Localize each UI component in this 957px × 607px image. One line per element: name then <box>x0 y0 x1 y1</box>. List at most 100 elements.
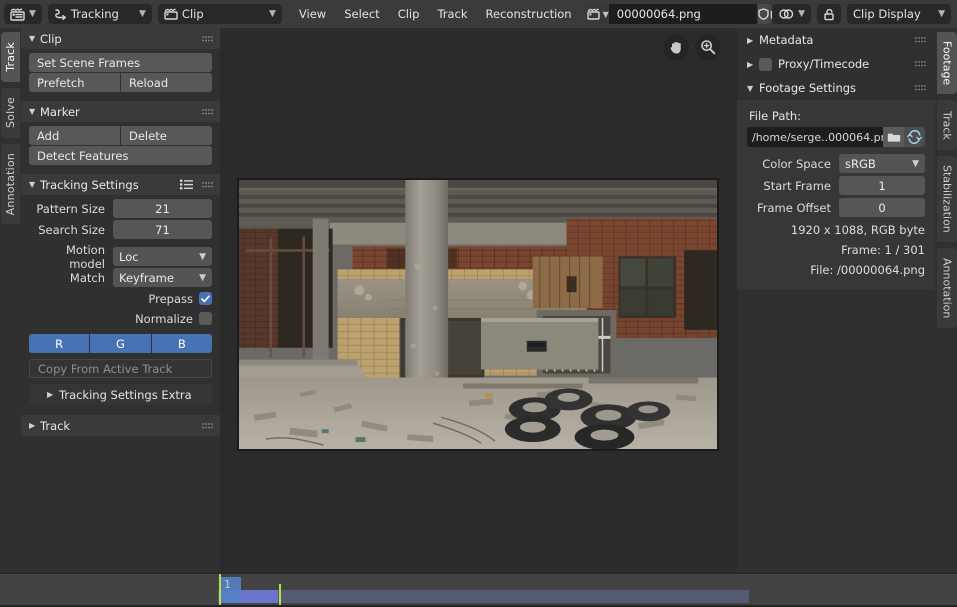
menu-reconstruction[interactable]: Reconstruction <box>477 4 581 24</box>
panel-header-metadata[interactable]: ▶ Metadata <box>737 28 935 52</box>
start-frame-input[interactable]: 1 <box>839 176 925 195</box>
hand-pan-icon <box>669 39 684 55</box>
channel-r-toggle[interactable]: R <box>29 334 89 353</box>
lock-to-selection-button[interactable] <box>817 4 841 24</box>
file-path-input[interactable]: /home/serge..000064.png <box>747 127 883 147</box>
panel-body-marker: Add Delete Detect Features <box>21 122 220 174</box>
normalize-label: Normalize <box>135 312 193 326</box>
normalize-checkbox[interactable] <box>199 312 212 325</box>
add-marker-button[interactable]: Add <box>29 126 120 145</box>
panel-header-marker[interactable]: ▼ Marker <box>21 101 220 122</box>
clip-icon <box>587 8 601 20</box>
proxy-timecode-checkbox[interactable] <box>759 58 772 71</box>
viewport-gizmos <box>663 34 721 60</box>
triangle-right-icon: ▶ <box>47 390 59 399</box>
panel-title-proxy-timecode: Proxy/Timecode <box>778 57 869 71</box>
properties-tab-track[interactable]: Track <box>937 100 957 150</box>
triangle-down-icon: ▼ <box>747 84 759 93</box>
triangle-down-icon: ▼ <box>29 34 40 43</box>
match-dropdown[interactable]: Keyframe ▼ <box>113 268 212 287</box>
panel-body-footage-settings: File Path: /home/serge..000064.png <box>737 100 935 289</box>
panel-header-clip[interactable]: ▼ Clip <box>21 28 220 49</box>
chevron-down-icon: ▼ <box>798 9 805 19</box>
keyframe-marker-indicator[interactable] <box>279 584 281 607</box>
chevron-down-icon: ▼ <box>603 10 609 19</box>
editor-type-selector[interactable]: ▼ <box>4 4 42 24</box>
clip-datablock-selector[interactable]: Clip ▼ <box>158 4 282 24</box>
preset-list-icon[interactable] <box>180 179 194 190</box>
reload-button[interactable]: Reload <box>121 73 212 92</box>
panel-header-tracking-settings[interactable]: ▼ Tracking Settings <box>21 174 220 195</box>
sidebar-tab-track[interactable]: Track <box>1 32 20 82</box>
sidebar-tab-solve[interactable]: Solve <box>1 88 20 138</box>
chevron-down-icon: ▼ <box>29 9 36 19</box>
clip-name-input[interactable]: 00000064.png <box>609 4 757 24</box>
clip-icon <box>164 8 178 20</box>
prepass-checkbox[interactable] <box>199 292 212 305</box>
properties-tab-annotation-label: Annotation <box>941 258 954 318</box>
panel-header-proxy-timecode[interactable]: ▶ Proxy/Timecode <box>737 52 935 76</box>
file-info: File: /00000064.png <box>747 263 925 277</box>
panel-header-footage-settings[interactable]: ▼ Footage Settings <box>737 76 935 100</box>
properties-tab-stabilization[interactable]: Stabilization <box>937 156 957 242</box>
fake-user-button[interactable] <box>757 4 769 24</box>
clip-id-icon-button[interactable]: ▼ <box>587 4 609 24</box>
pattern-size-input[interactable]: 21 <box>113 199 212 218</box>
channel-b-toggle[interactable]: B <box>152 334 212 353</box>
checkmark-icon <box>201 295 210 303</box>
color-space-dropdown[interactable]: sRGB ▼ <box>839 154 925 173</box>
panel-title-footage-settings: Footage Settings <box>759 81 856 95</box>
motion-model-dropdown[interactable]: Loc ▼ <box>113 247 212 266</box>
proxy-render-selector[interactable]: ▼ <box>772 4 811 24</box>
delete-marker-button[interactable]: Delete <box>121 126 212 145</box>
pan-gizmo-button[interactable] <box>663 34 689 60</box>
panel-title-metadata: Metadata <box>759 33 813 47</box>
properties-tab-footage-label: Footage <box>941 41 954 85</box>
movie-clip-image[interactable] <box>237 178 719 451</box>
menu-track[interactable]: Track <box>428 4 476 24</box>
set-scene-frames-button[interactable]: Set Scene Frames <box>29 53 212 72</box>
menu-select[interactable]: Select <box>335 4 388 24</box>
sidebar-tab-annotation-label: Annotation <box>4 153 17 215</box>
prefetch-button[interactable]: Prefetch <box>29 73 120 92</box>
motion-model-value: Loc <box>119 250 139 264</box>
sidebar-tab-annotation[interactable]: Annotation <box>1 144 20 224</box>
panel-body-clip: Set Scene Frames Prefetch Reload <box>21 49 220 101</box>
zoom-gizmo-button[interactable] <box>695 34 721 60</box>
channel-g-toggle[interactable]: G <box>90 334 150 353</box>
triangle-down-icon: ▼ <box>29 107 40 116</box>
tracking-mode-selector[interactable]: Tracking ▼ <box>48 4 152 24</box>
frame-offset-input[interactable]: 0 <box>839 198 925 217</box>
dopesheet-timeline[interactable]: 1 <box>0 573 957 607</box>
drag-grip-icon <box>915 84 927 92</box>
subpanel-title-extra: Tracking Settings Extra <box>59 388 192 402</box>
playhead-indicator[interactable] <box>219 574 221 607</box>
browse-file-button[interactable] <box>883 127 904 147</box>
menu-view[interactable]: View <box>290 4 335 24</box>
panel-header-track[interactable]: ▶ Track <box>21 415 220 436</box>
frame-offset-label: Frame Offset <box>747 201 839 215</box>
detect-features-button[interactable]: Detect Features <box>29 146 212 165</box>
row-normalize: Normalize <box>29 309 212 328</box>
copy-from-active-track-button[interactable]: Copy From Active Track <box>29 359 212 378</box>
current-frame-block[interactable]: 1 <box>221 577 241 603</box>
menu-clip[interactable]: Clip <box>389 4 429 24</box>
clip-viewport[interactable] <box>220 28 737 573</box>
match-label: Match <box>29 271 113 285</box>
clip-display-popover[interactable]: Clip Display ▼ <box>847 4 951 24</box>
frame-info: Frame: 1 / 301 <box>747 243 925 257</box>
reload-footage-button[interactable] <box>904 127 925 147</box>
timeline-track-bar[interactable] <box>218 590 749 603</box>
row-prepass: Prepass <box>29 289 212 308</box>
properties-tab-annotation[interactable]: Annotation <box>937 248 957 328</box>
right-sidebar: ▶ Metadata ▶ Proxy/Timecode ▼ Foo <box>737 28 935 573</box>
chevron-down-icon: ▼ <box>269 9 276 19</box>
properties-tab-track-label: Track <box>941 111 954 140</box>
properties-tab-footage[interactable]: Footage <box>937 32 957 94</box>
row-match: Match Keyframe ▼ <box>29 268 212 287</box>
subpanel-tracking-settings-extra[interactable]: ▶ Tracking Settings Extra <box>29 384 212 405</box>
search-size-input[interactable]: 71 <box>113 220 212 239</box>
blender-movie-clip-editor: ▼ Tracking ▼ Clip ▼ View Select Clip Tra… <box>0 0 957 607</box>
menu-bar: View Select Clip Track Reconstruction <box>290 4 581 24</box>
row-motion-model: Motion model Loc ▼ <box>29 247 212 266</box>
